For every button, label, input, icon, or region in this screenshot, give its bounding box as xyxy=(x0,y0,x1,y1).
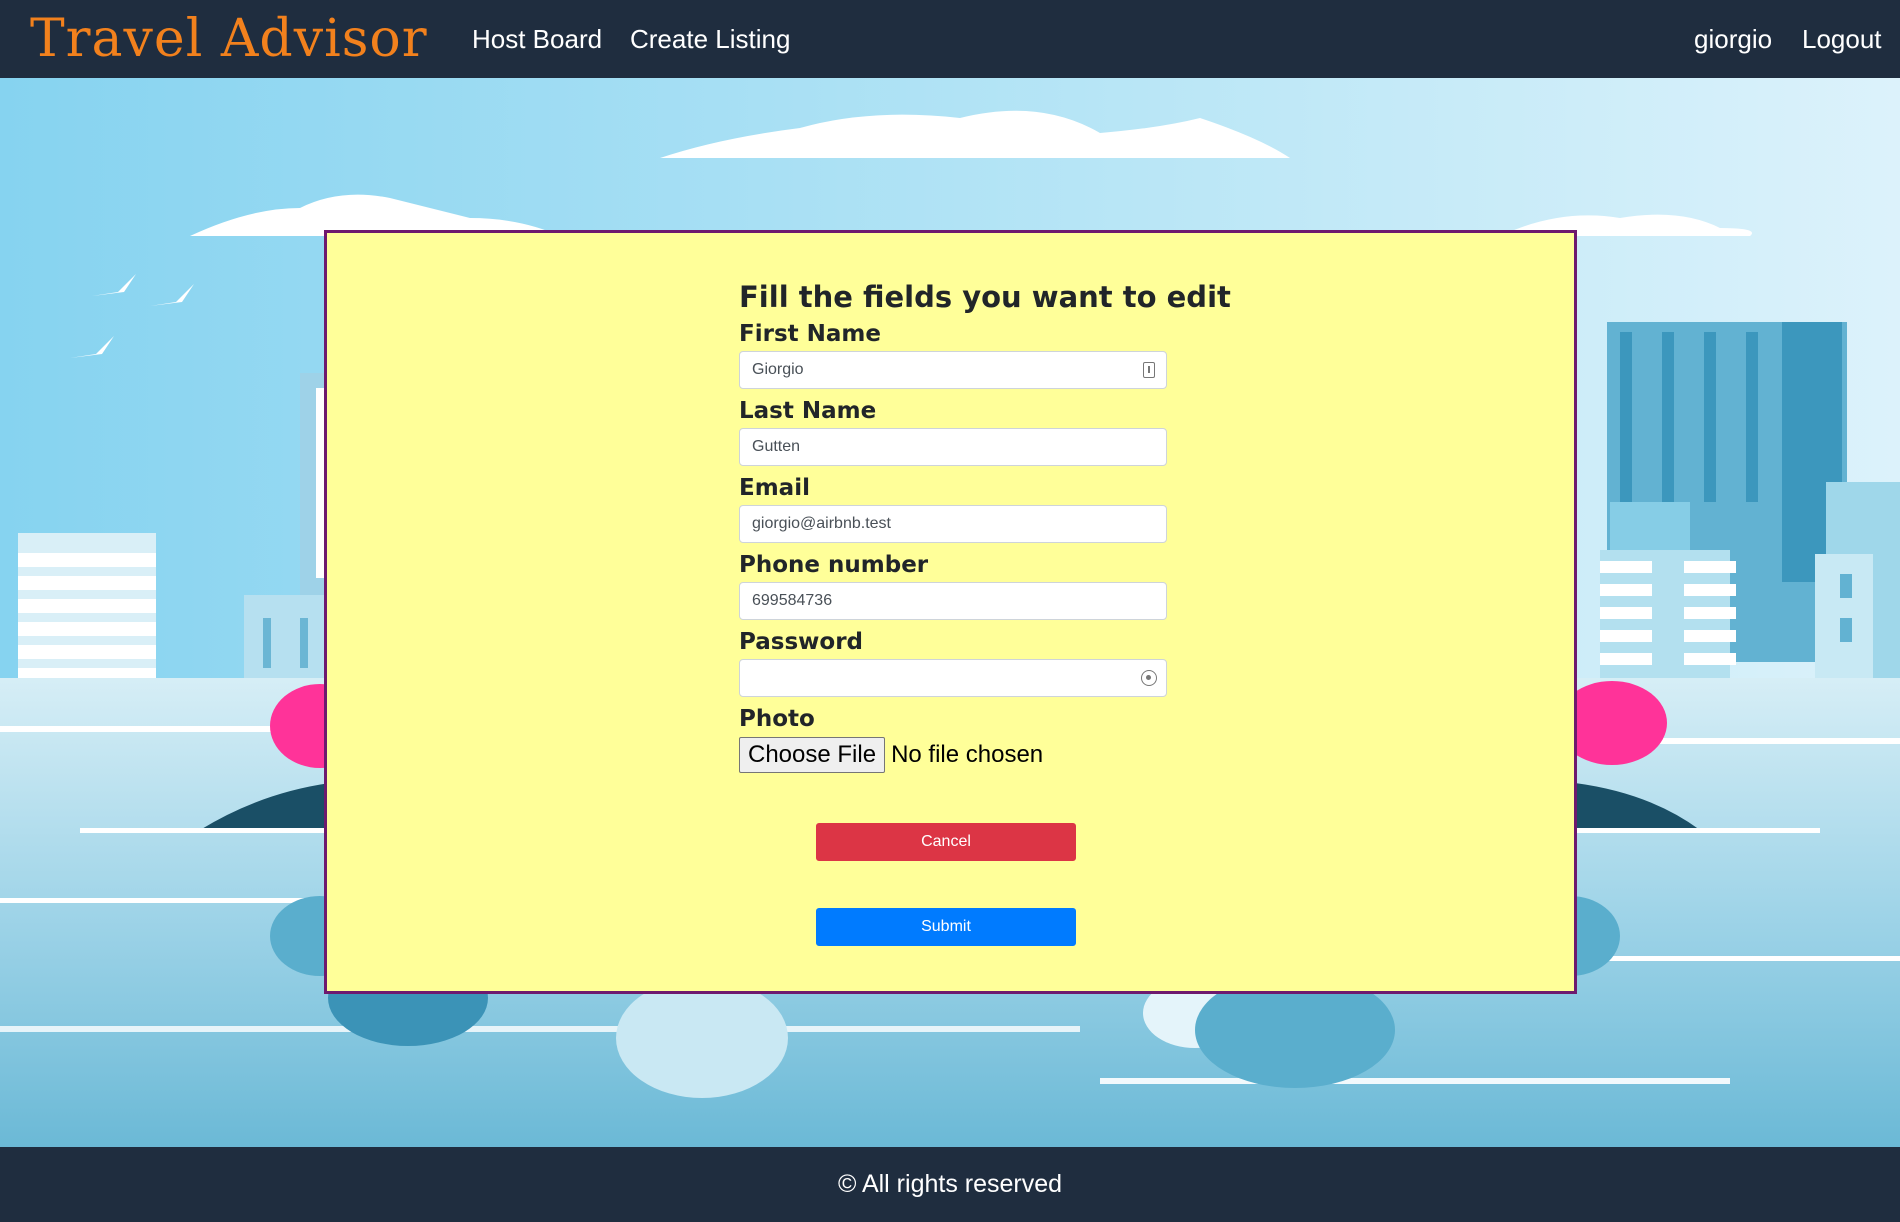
phone-input[interactable] xyxy=(739,582,1167,620)
email-label: Email xyxy=(739,475,810,501)
form-title: Fill the fields you want to edit xyxy=(739,280,1231,314)
photo-label: Photo xyxy=(739,706,815,732)
footer-copyright: © All rights reserved xyxy=(837,1170,1063,1198)
last-name-input[interactable] xyxy=(739,428,1167,466)
file-status-text: No file chosen xyxy=(891,741,1044,768)
submit-button[interactable]: Submit xyxy=(816,908,1076,946)
brand-name: Travel Advisor xyxy=(30,9,428,69)
contact-card-icon[interactable] xyxy=(1143,362,1155,378)
edit-profile-card: Fill the fields you want to edit First N… xyxy=(324,230,1577,994)
last-name-field xyxy=(739,428,1167,466)
nav-host-board[interactable]: Host Board xyxy=(472,0,602,78)
phone-field xyxy=(739,582,1167,620)
password-label: Password xyxy=(739,629,863,655)
password-field xyxy=(739,659,1167,697)
email-input[interactable] xyxy=(739,505,1167,543)
brand-logo[interactable]: Travel Advisor xyxy=(30,0,428,78)
phone-label: Phone number xyxy=(739,552,929,578)
photo-file-input: Choose File No file chosen xyxy=(739,736,1169,774)
nav-username[interactable]: giorgio xyxy=(1694,0,1772,78)
choose-file-button[interactable]: Choose File xyxy=(739,737,886,773)
cancel-button[interactable]: Cancel xyxy=(816,823,1076,861)
nav-create-listing[interactable]: Create Listing xyxy=(630,0,790,78)
edit-profile-form: Fill the fields you want to edit First N… xyxy=(739,277,1231,774)
top-navbar: Travel Advisor Host Board Create Listing… xyxy=(0,0,1900,78)
last-name-label: Last Name xyxy=(739,398,877,424)
footer: © All rights reserved xyxy=(0,1147,1900,1222)
first-name-input[interactable] xyxy=(739,351,1167,389)
nav-logout[interactable]: Logout xyxy=(1802,0,1882,78)
first-name-label: First Name xyxy=(739,321,881,347)
password-manager-icon[interactable] xyxy=(1141,670,1157,686)
first-name-field xyxy=(739,351,1167,389)
email-field xyxy=(739,505,1167,543)
password-input[interactable] xyxy=(739,659,1167,697)
